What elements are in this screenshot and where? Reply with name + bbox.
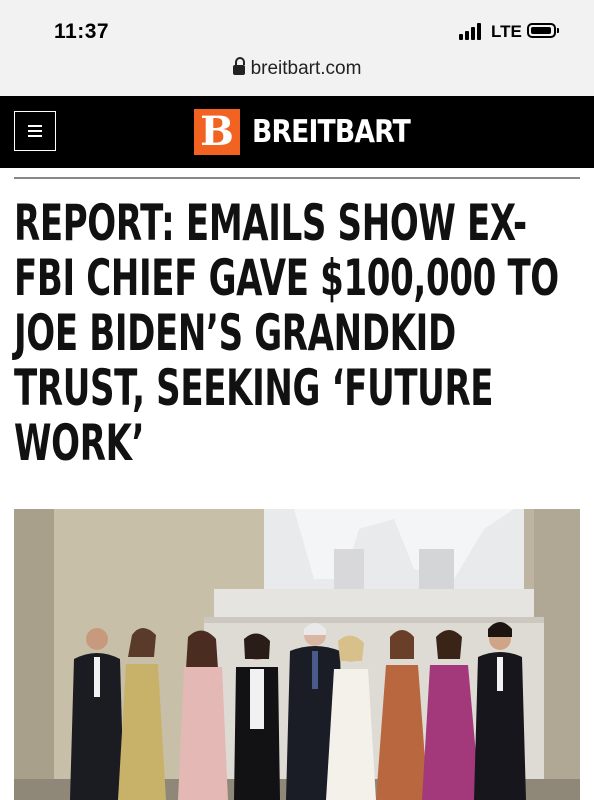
- divider: [14, 177, 580, 179]
- article-hero-image[interactable]: [14, 509, 580, 800]
- logo-mark: B: [194, 109, 240, 155]
- address-bar[interactable]: breitbart.com: [0, 50, 594, 96]
- network-type: LTE: [491, 22, 522, 41]
- battery-icon: [527, 23, 559, 38]
- site-header: B BREITBART: [0, 96, 594, 168]
- url-display[interactable]: breitbart.com: [0, 57, 594, 80]
- signal-icon: [459, 22, 489, 40]
- logo-text: BREITBART: [252, 114, 411, 150]
- site-logo[interactable]: B BREITBART: [194, 109, 436, 155]
- url-text: breitbart.com: [250, 58, 362, 79]
- menu-icon: [28, 125, 42, 137]
- status-bar: 11:37 LTE: [0, 0, 594, 50]
- lock-icon: [232, 57, 245, 75]
- menu-button[interactable]: [14, 111, 56, 151]
- status-time: 11:37: [54, 20, 110, 43]
- article-headline: REPORT: EMAILS SHOW EX-FBI CHIEF GAVE $1…: [14, 194, 559, 472]
